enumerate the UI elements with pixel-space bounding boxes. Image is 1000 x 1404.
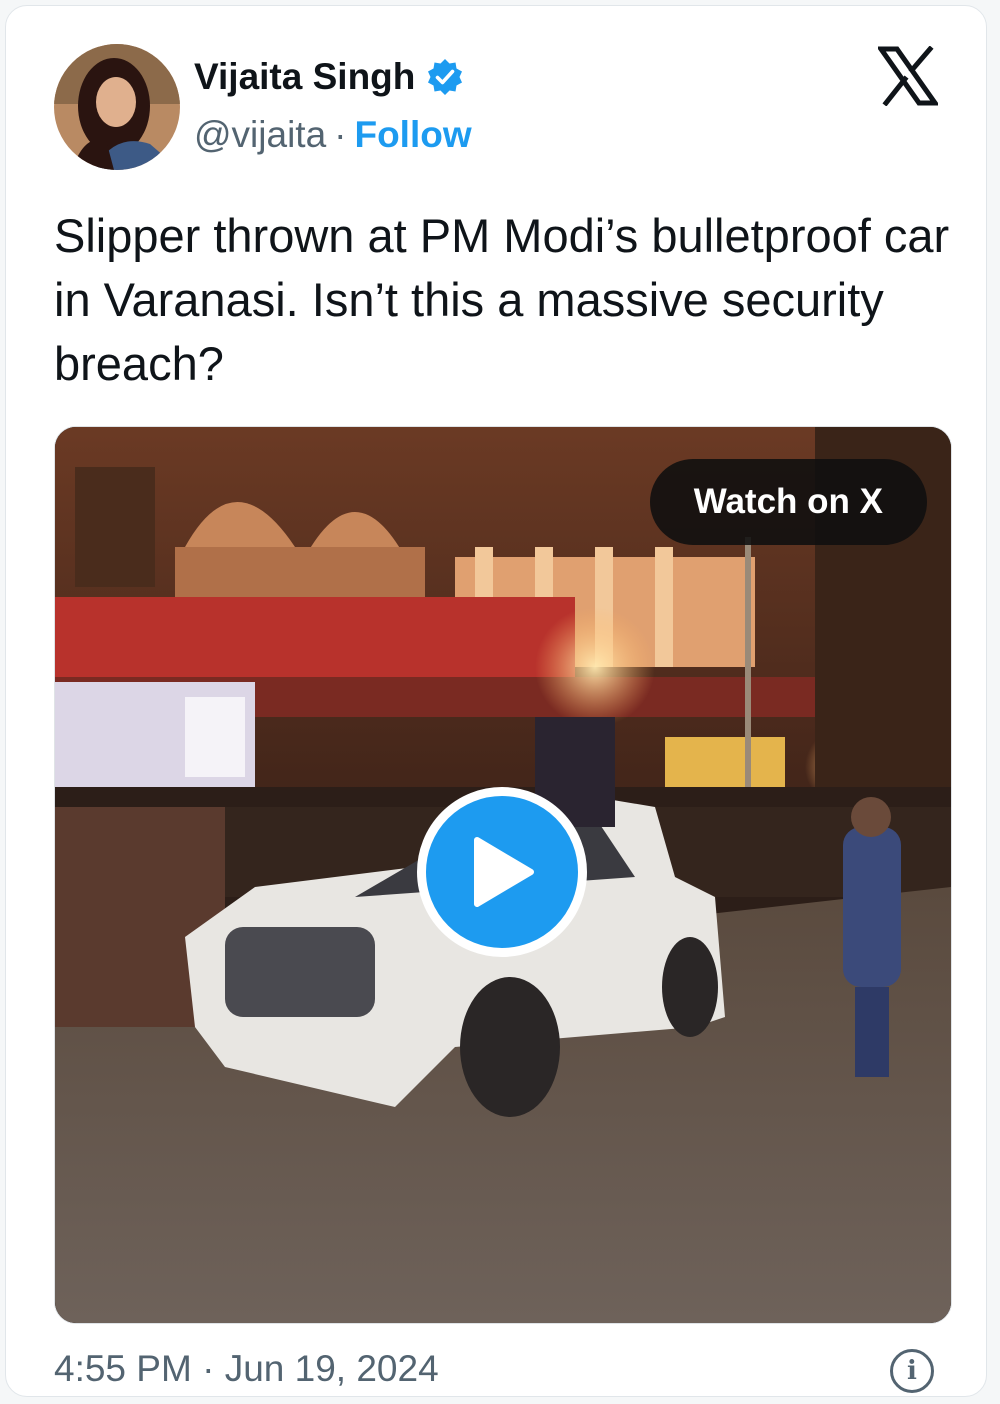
verified-badge-icon (428, 59, 463, 95)
video-media[interactable]: Watch on X (54, 426, 952, 1324)
tweet-time: 4:55 PM (54, 1348, 192, 1389)
tweet-embed-card: Vijaita Singh @vijaita · Follow Slipper … (5, 5, 987, 1397)
play-icon (474, 837, 534, 907)
follow-button[interactable]: Follow (354, 114, 471, 156)
watch-on-x-button[interactable]: Watch on X (649, 459, 927, 545)
timestamp-separator: · (202, 1348, 215, 1389)
play-button[interactable] (417, 787, 587, 957)
handle-separator: · (334, 114, 347, 155)
author-handle[interactable]: @vijaita (194, 114, 326, 156)
avatar[interactable] (54, 44, 180, 170)
tweet-date: Jun 19, 2024 (224, 1348, 439, 1389)
info-icon[interactable]: i (890, 1349, 934, 1393)
tweet-timestamp[interactable]: 4:55 PM · Jun 19, 2024 (54, 1348, 439, 1390)
x-logo-icon[interactable] (878, 46, 938, 106)
author-handle-row: @vijaita · Follow (194, 114, 472, 156)
author-name[interactable]: Vijaita Singh (194, 56, 415, 98)
tweet-text: Slipper thrown at PM Modi’s bulletproof … (54, 209, 950, 390)
author-name-row: Vijaita Singh (194, 56, 465, 98)
